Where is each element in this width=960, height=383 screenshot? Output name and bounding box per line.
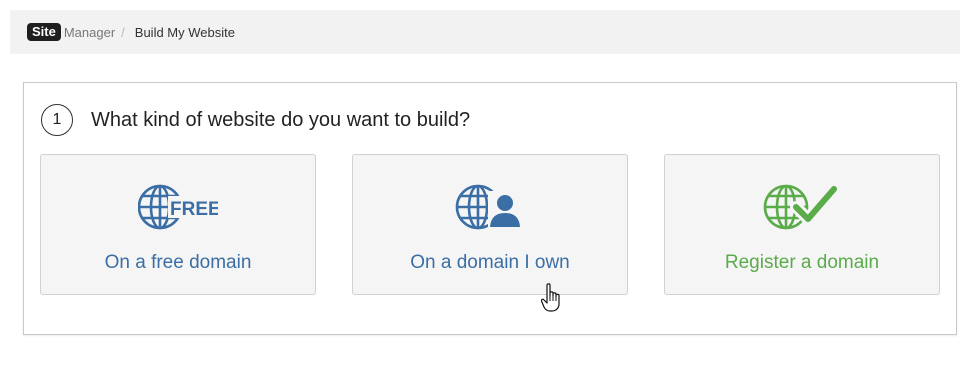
wizard-question: What kind of website do you want to buil… bbox=[91, 109, 471, 131]
option-register-domain-label: Register a domain bbox=[724, 252, 880, 273]
globe-check-icon bbox=[665, 177, 939, 237]
globe-person-icon bbox=[353, 177, 627, 237]
breadcrumb-manager-link[interactable]: Manager bbox=[64, 25, 115, 40]
option-own-domain-button[interactable]: On a domain I own bbox=[352, 154, 628, 295]
breadcrumb: Site Manager / Build My Website bbox=[10, 10, 960, 54]
step-number-badge: 1 bbox=[41, 104, 73, 136]
hand-pointer-icon bbox=[540, 283, 561, 313]
option-free-domain-button[interactable]: FREE On a free domain bbox=[40, 154, 316, 295]
breadcrumb-separator: / bbox=[121, 24, 125, 40]
step-number: 1 bbox=[52, 111, 62, 128]
option-register-domain-button[interactable]: Register a domain bbox=[664, 154, 940, 295]
option-own-domain-label: On a domain I own bbox=[410, 252, 570, 273]
page: Site Manager / Build My Website 1 What k… bbox=[0, 0, 960, 383]
breadcrumb-current: Build My Website bbox=[134, 24, 235, 40]
site-logo[interactable]: Site bbox=[27, 23, 61, 41]
globe-free-icon: FREE bbox=[41, 177, 315, 237]
free-icon-text: FREE bbox=[170, 199, 218, 220]
option-free-domain-label: On a free domain bbox=[104, 252, 252, 273]
wizard-panel: 1 What kind of website do you want to bu… bbox=[23, 82, 957, 335]
